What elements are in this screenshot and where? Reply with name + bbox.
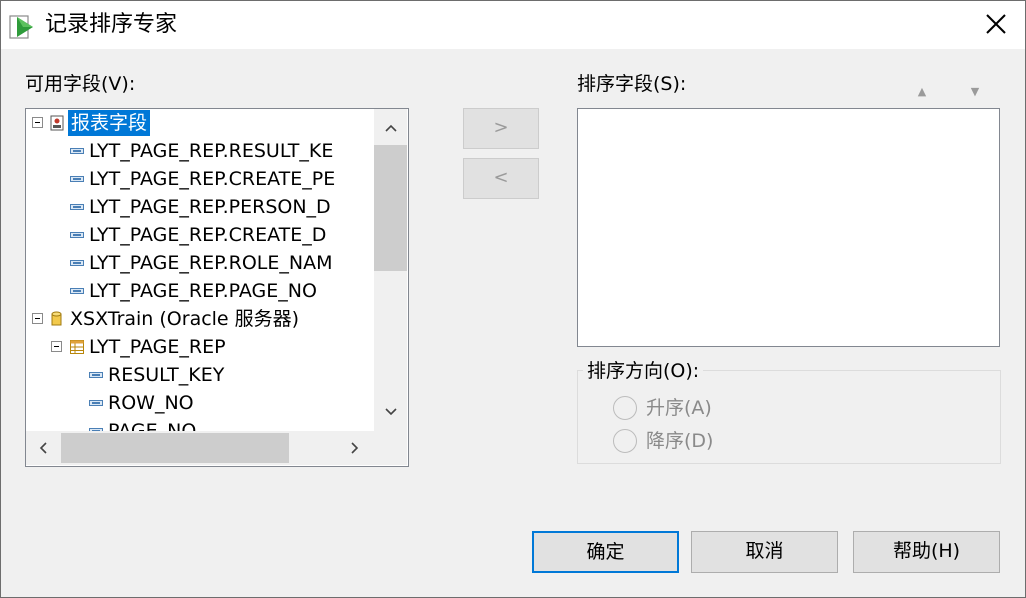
collapse-icon[interactable] [32,313,43,324]
tree-label-report-fields: 报表字段 [68,110,151,136]
available-fields-tree[interactable]: 报表字段 LYT_PAGE_REP.RESULT_KE LYT_PAGE_REP… [25,108,409,467]
sort-fields-label: 排序字段(S): [577,73,687,95]
descending-label: 降序(D) [646,430,714,452]
close-icon[interactable] [981,9,1011,39]
field-icon [70,288,84,294]
tree-item-field[interactable]: LYT_PAGE_REP.ROLE_NAM [26,250,374,276]
tree-item-field[interactable]: LYT_PAGE_REP.CREATE_D [26,222,374,248]
horizontal-scroll-thumb[interactable] [61,433,289,463]
tree-node-report-fields[interactable]: 报表字段 [26,110,374,136]
sort-direction-label: 排序方向(O): [583,359,704,383]
scroll-down-icon[interactable] [384,405,398,419]
tree-label-table: LYT_PAGE_REP [89,336,226,358]
ascending-label: 升序(A) [646,397,712,419]
field-icon [70,176,84,182]
available-fields-label: 可用字段(V): [25,73,136,95]
vertical-scrollbar[interactable] [374,109,407,431]
help-button[interactable]: 帮助(H) [853,531,1000,573]
tree-item-field[interactable]: LYT_PAGE_REP.CREATE_PE [26,166,374,192]
move-down-icon[interactable]: ▼ [969,85,981,98]
tree-node-datasource[interactable]: XSXTrain (Oracle 服务器) [26,306,374,332]
field-icon [89,372,103,378]
collapse-icon[interactable] [51,341,62,352]
vertical-scroll-thumb[interactable] [374,145,407,271]
cancel-button[interactable]: 取消 [691,531,838,573]
sort-fields-list[interactable] [577,108,1000,347]
tree-field-label: LYT_PAGE_REP.CREATE_PE [89,168,336,190]
tree-field-label: LYT_PAGE_REP.CREATE_D [89,224,327,246]
tree-field-label: LYT_PAGE_REP.PERSON_D [89,196,331,218]
scrollbar-corner [374,431,407,465]
tree-field-label: LYT_PAGE_REP.PAGE_NO [89,280,317,302]
database-icon [51,311,62,326]
sort-expert-dialog: 记录排序专家 可用字段(V): 报表字段 LYT_PAGE_REP.RESULT… [0,0,1026,598]
tree-column-label: ROW_NO [108,392,194,414]
table-icon [70,340,84,354]
tree-field-label: LYT_PAGE_REP.RESULT_KE [89,140,334,162]
field-icon [70,148,84,154]
tree-item-field[interactable]: LYT_PAGE_REP.PERSON_D [26,194,374,220]
tree-node-table[interactable]: LYT_PAGE_REP [26,334,374,360]
field-icon [70,260,84,266]
move-up-icon[interactable]: ▲ [916,85,928,98]
tree-item-field[interactable]: LYT_PAGE_REP.RESULT_KE [26,138,374,164]
field-icon [70,204,84,210]
collapse-icon[interactable] [32,117,43,128]
report-icon [50,115,64,131]
scroll-up-icon[interactable] [384,121,398,135]
remove-sort-field-button[interactable]: < [463,158,539,199]
app-icon [9,15,33,39]
title-bar: 记录排序专家 [1,1,1025,49]
tree-item-field[interactable]: LYT_PAGE_REP.PAGE_NO [26,278,374,304]
scroll-left-icon[interactable] [36,441,50,455]
horizontal-scrollbar[interactable] [26,431,407,465]
tree-item-column[interactable]: ROW_NO [26,390,374,416]
tree-field-label: LYT_PAGE_REP.ROLE_NAM [89,252,333,274]
sort-direction-group [577,370,1001,464]
tree-item-column[interactable]: RESULT_KEY [26,362,374,388]
descending-radio[interactable] [613,429,637,453]
window-title: 记录排序专家 [45,12,178,37]
ascending-radio[interactable] [613,396,637,420]
ok-button[interactable]: 确定 [532,531,679,573]
field-icon [89,400,103,406]
tree-label-datasource: XSXTrain (Oracle 服务器) [70,308,300,330]
tree-column-label: RESULT_KEY [108,364,225,386]
add-sort-field-button[interactable]: > [463,108,539,149]
field-icon [70,232,84,238]
scroll-right-icon[interactable] [348,441,362,455]
